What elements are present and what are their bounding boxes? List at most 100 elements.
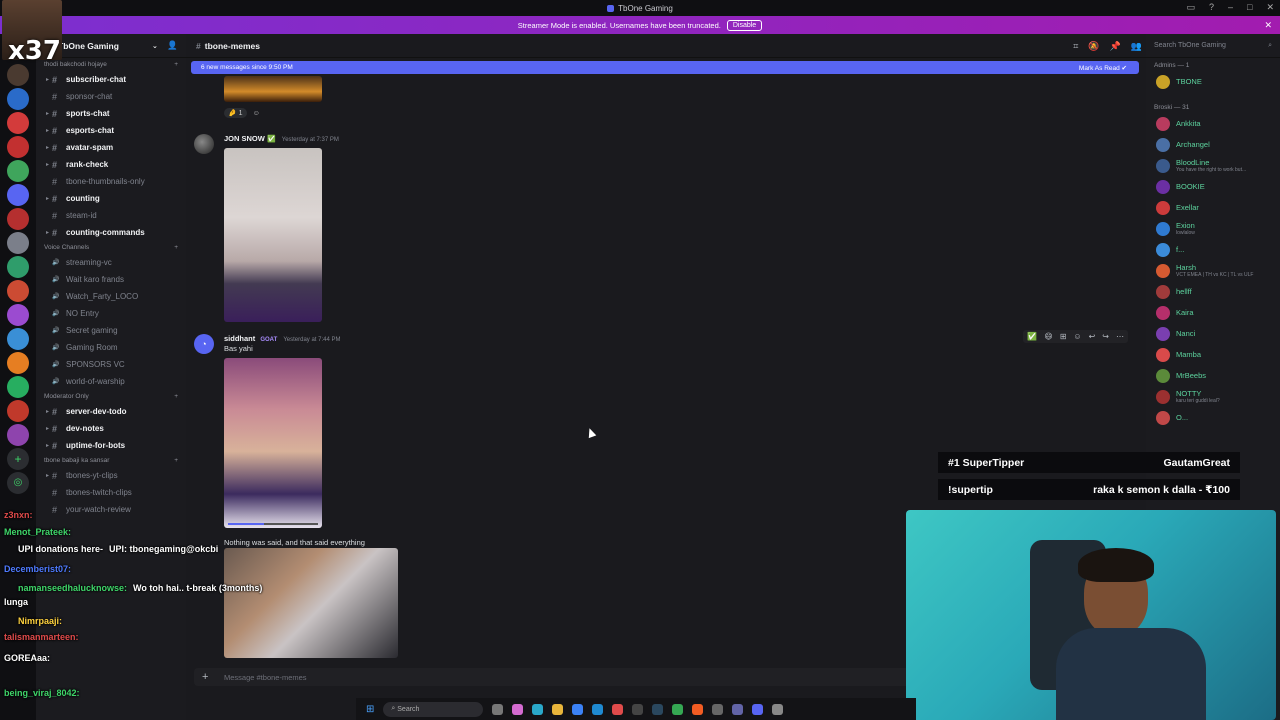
server-icon[interactable]	[7, 256, 29, 278]
member-item[interactable]: Mamba	[1146, 344, 1280, 365]
new-messages-bar[interactable]: 6 new messages since 9:50 PM Mark As Rea…	[191, 61, 1139, 74]
avatar[interactable]: ◔	[194, 334, 214, 354]
close-window-button[interactable]: ✕	[1266, 2, 1274, 13]
obs-icon[interactable]	[632, 703, 644, 715]
windows-start-icon[interactable]: ⊞	[366, 704, 374, 715]
member-item[interactable]: NOTTY karu teri guddi leal?	[1146, 386, 1280, 407]
channel-item[interactable]: # steam-id	[36, 207, 186, 224]
server-icon[interactable]	[7, 424, 29, 446]
file-explorer-icon[interactable]	[552, 703, 564, 715]
steam-icon[interactable]	[652, 703, 664, 715]
channel-item[interactable]: 🔊 SPONSORS VC	[36, 356, 186, 373]
edge-icon[interactable]	[532, 703, 544, 715]
threads-icon[interactable]: ⌗	[1073, 41, 1078, 52]
channel-item[interactable]: 🔊 world-of-warship	[36, 373, 186, 390]
add-reaction-icon[interactable]: ☺	[253, 110, 260, 117]
forward-icon[interactable]: ↪	[1102, 332, 1109, 341]
server-icon[interactable]	[7, 112, 29, 134]
channel-item[interactable]: 🔊 Secret gaming	[36, 322, 186, 339]
minimize-button[interactable]: –	[1228, 2, 1233, 13]
notification-settings-icon[interactable]: 🔕	[1088, 41, 1099, 52]
channel-item[interactable]: 🔊 streaming-vc	[36, 254, 186, 271]
reaction-check-icon[interactable]: ✅	[1027, 332, 1037, 341]
member-item[interactable]: f...	[1146, 239, 1280, 260]
app-icon[interactable]	[772, 703, 784, 715]
pinned-messages-icon[interactable]: 📌	[1110, 41, 1121, 52]
channel-category[interactable]: Moderator Only +	[36, 390, 186, 403]
add-channel-icon[interactable]: +	[174, 61, 178, 68]
add-channel-icon[interactable]: +	[174, 393, 178, 400]
add-channel-icon[interactable]: +	[174, 244, 178, 251]
reply-icon[interactable]: ↩	[1089, 332, 1096, 341]
app-icon[interactable]	[612, 703, 624, 715]
chrome-icon[interactable]	[672, 703, 684, 715]
mark-as-read-button[interactable]: Mark As Read ✔	[1079, 64, 1127, 72]
channel-item[interactable]: ▸ # uptime-for-bots	[36, 437, 186, 454]
channel-item[interactable]: ▸ # avatar-spam	[36, 139, 186, 156]
server-icon[interactable]	[7, 160, 29, 182]
avatar[interactable]	[194, 134, 214, 154]
channel-item[interactable]: ▸ # counting-commands	[36, 224, 186, 241]
vscode-icon[interactable]	[592, 703, 604, 715]
channel-item[interactable]: ▸ # counting	[36, 190, 186, 207]
member-item[interactable]: Nanci	[1146, 323, 1280, 344]
add-friend-icon[interactable]: 👤	[167, 40, 178, 51]
server-icon[interactable]	[7, 352, 29, 374]
member-item[interactable]: Ankkita	[1146, 113, 1280, 134]
server-icon[interactable]	[7, 88, 29, 110]
app-icon[interactable]	[712, 703, 724, 715]
server-icon[interactable]	[7, 232, 29, 254]
channel-item[interactable]: 🔊 Gaming Room	[36, 339, 186, 356]
member-item[interactable]: Kaira	[1146, 302, 1280, 323]
taskbar-search[interactable]: ⌕ Search	[383, 701, 484, 717]
channel-item[interactable]: # sponsor-chat	[36, 88, 186, 105]
inbox-icon[interactable]: ▭	[1186, 2, 1195, 13]
member-item[interactable]: Exion lowlalow	[1146, 218, 1280, 239]
server-icon[interactable]	[7, 184, 29, 206]
channel-item[interactable]: 🔊 Wait karo frands	[36, 271, 186, 288]
apps-icon[interactable]: ⊞	[1060, 332, 1067, 341]
reaction-emoji-icon[interactable]: 😄	[1044, 332, 1052, 341]
member-item[interactable]: TBONE	[1146, 71, 1280, 92]
more-options-icon[interactable]: ⋯	[1116, 332, 1124, 341]
add-reaction-icon[interactable]: ☺	[1073, 332, 1081, 341]
server-icon[interactable]	[7, 376, 29, 398]
server-icon[interactable]	[7, 136, 29, 158]
server-icon[interactable]	[7, 400, 29, 422]
member-item[interactable]: Exellar	[1146, 197, 1280, 218]
channel-item[interactable]: ▸ # rank-check	[36, 156, 186, 173]
discord-icon[interactable]	[752, 703, 764, 715]
teams-icon[interactable]	[732, 703, 744, 715]
add-server-icon[interactable]: +	[7, 448, 29, 470]
channel-category[interactable]: tbone babaji ka sansar +	[36, 454, 186, 467]
task-view-icon[interactable]	[492, 703, 504, 715]
channel-item[interactable]: ▸ # dev-notes	[36, 420, 186, 437]
search-input[interactable]: Search TbOne Gaming ⌕	[1146, 34, 1280, 58]
member-item[interactable]: BloodLine You have the right to work but.…	[1146, 155, 1280, 176]
message-author[interactable]: siddhant	[224, 334, 255, 343]
channel-item[interactable]: # tbone-thumbnails-only	[36, 173, 186, 190]
disable-streamer-mode-button[interactable]: Disable	[726, 19, 763, 31]
server-icon[interactable]	[7, 328, 29, 350]
channel-item[interactable]: 🔊 NO Entry	[36, 305, 186, 322]
channel-item[interactable]: ▸ # server-dev-todo	[36, 403, 186, 420]
member-item[interactable]: O...	[1146, 407, 1280, 428]
member-item[interactable]: hellff	[1146, 281, 1280, 302]
reaction-emoji[interactable]: 🤌 1	[224, 108, 247, 118]
message-author[interactable]: JON SNOW	[224, 134, 265, 143]
channel-item[interactable]: ▸ # subscriber-chat	[36, 71, 186, 88]
copilot-icon[interactable]	[512, 703, 524, 715]
channel-item[interactable]: ▸ # tbones-yt-clips	[36, 467, 186, 484]
server-icon[interactable]	[7, 304, 29, 326]
add-channel-icon[interactable]: +	[174, 457, 178, 464]
member-item[interactable]: Archangel	[1146, 134, 1280, 155]
member-item[interactable]: Harsh VCT EMEA | TH vs KC | TL vs ULF	[1146, 260, 1280, 281]
brave-icon[interactable]	[692, 703, 704, 715]
member-list-icon[interactable]: 👥	[1131, 41, 1142, 52]
store-icon[interactable]	[572, 703, 584, 715]
channel-category[interactable]: Voice Channels +	[36, 241, 186, 254]
member-item[interactable]: MrBeebs	[1146, 365, 1280, 386]
channel-item[interactable]: ▸ # esports-chat	[36, 122, 186, 139]
channel-item[interactable]: ▸ # sports-chat	[36, 105, 186, 122]
message-image[interactable]	[224, 76, 322, 102]
